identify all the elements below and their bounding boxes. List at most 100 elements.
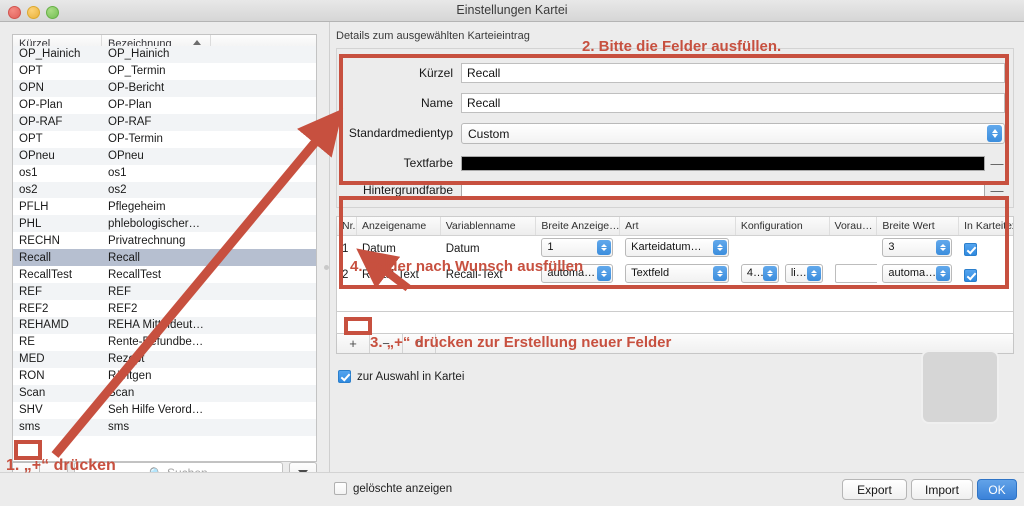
table-row[interactable]: 2 Recall-Text Recall-Text automa… Textfeld 4…… xyxy=(337,262,1013,288)
updown-stepper-icon[interactable] xyxy=(987,124,1002,142)
cell-bezeichnung: OP_Termin xyxy=(108,65,166,78)
cell-bezeichnung: RecallTest xyxy=(108,268,162,281)
list-item[interactable]: OP-RAF OP-RAF xyxy=(13,113,316,131)
col-nr[interactable]: Nr. xyxy=(337,217,357,235)
checkbox-in-karteitext[interactable] xyxy=(964,268,978,282)
list-item[interactable]: SHV Seh Hilfe Verord… xyxy=(13,401,316,419)
auswahl-in-kartei-label: zur Auswahl in Kartei xyxy=(357,370,465,383)
list-item[interactable]: REF2 REF2 xyxy=(13,300,316,317)
select-standardmedientyp[interactable]: Custom xyxy=(461,122,1005,144)
pane-resize-handle[interactable] xyxy=(324,265,329,270)
cell-bezeichnung: Seh Hilfe Verord… xyxy=(108,404,204,417)
details-pane: Details zum ausgewählten Karteieintrag K… xyxy=(330,22,1024,506)
col-vorauswahl[interactable]: Vorau… xyxy=(830,217,878,235)
checkbox-in-karteitext[interactable] xyxy=(964,242,978,256)
cell-anzeigename: Recall-Text xyxy=(361,269,419,281)
clear-textfarbe-button[interactable]: — xyxy=(989,156,1005,171)
list-item[interactable]: RÖN Röntgen xyxy=(13,367,316,385)
cell-bezeichnung: Rezept xyxy=(108,353,145,366)
input-name[interactable]: Recall xyxy=(461,93,1005,113)
cell-kuerzel: OPT xyxy=(19,65,43,78)
label-kuerzel: Kürzel xyxy=(418,66,453,80)
entries-list[interactable]: Kürzel Bezeichnung OP_Hainich OP_Hainich O… xyxy=(12,34,317,462)
col-in-karteitext[interactable]: In Karteitext xyxy=(959,217,1013,235)
list-item[interactable]: OPN OP-Bericht xyxy=(13,79,316,97)
cell-kuerzel: PFLH xyxy=(19,200,49,213)
ok-button[interactable]: OK xyxy=(977,479,1017,500)
cell-bezeichnung: Privatrechnung xyxy=(108,234,186,247)
field-row-hintergrundfarbe: Hintergrundfarbe — xyxy=(337,180,1013,200)
list-item[interactable]: RecallTest RecallTest xyxy=(13,266,316,284)
col-anzeigename[interactable]: Anzeigename xyxy=(357,217,441,235)
cell-bezeichnung: REHA Mitteldeut… xyxy=(108,319,204,332)
list-item[interactable]: OP_Hainich OP_Hainich xyxy=(13,46,316,63)
list-item[interactable]: OPneu OPneu xyxy=(13,147,316,165)
updown-stepper-icon[interactable] xyxy=(936,240,951,255)
list-item[interactable]: OP-Plan OP-Plan xyxy=(13,96,316,114)
list-item[interactable]: Recall Recall xyxy=(13,249,316,267)
select-konfiguration-a[interactable]: 4… xyxy=(740,264,779,283)
cell-bezeichnung: OPneu xyxy=(108,150,144,163)
entries-rows: OP_Hainich OP_Hainich OPT OP_Termin OPN OP-Be… xyxy=(13,46,316,436)
list-item[interactable]: OPT OP-Termin xyxy=(13,130,316,148)
list-item[interactable]: Scan Scan xyxy=(13,384,316,402)
updown-stepper-icon[interactable] xyxy=(713,240,728,255)
col-art[interactable]: Art xyxy=(620,217,736,235)
list-item[interactable]: REHAMD REHA Mitteldeut… xyxy=(13,317,316,334)
select-art[interactable]: Karteidatum… xyxy=(625,238,730,257)
clear-hintergrundfarbe-button[interactable]: — xyxy=(989,183,1005,198)
add-field-button[interactable]: + xyxy=(337,334,370,353)
colorwell-textfarbe[interactable] xyxy=(461,155,985,171)
list-item[interactable]: REF REF xyxy=(13,283,316,301)
cell-kuerzel: RE xyxy=(19,336,35,349)
auswahl-in-kartei-checkbox[interactable] xyxy=(338,370,351,383)
label-hintergrundfarbe: Hintergrundfarbe xyxy=(362,183,453,197)
geloeschte-anzeigen-checkbox[interactable] xyxy=(334,482,347,495)
updown-stepper-icon[interactable] xyxy=(597,240,612,255)
field-row-kuerzel: Kürzel Recall xyxy=(337,63,1013,83)
list-item[interactable]: PHL phlebologischer… xyxy=(13,215,316,233)
select-art[interactable]: Textfeld xyxy=(625,264,730,283)
input-vorauswahl[interactable] xyxy=(834,264,878,283)
updown-stepper-icon[interactable] xyxy=(762,266,777,281)
updown-stepper-icon[interactable] xyxy=(713,266,728,281)
list-item[interactable]: OPT OP_Termin xyxy=(13,62,316,80)
label-standardmedientyp: Standardmedientyp xyxy=(348,126,453,140)
col-breite-anzeige[interactable]: Breite Anzeige… xyxy=(536,217,621,235)
select-breite-anzeige[interactable]: 1 xyxy=(541,238,614,257)
input-kuerzel[interactable]: Recall xyxy=(461,63,1005,83)
list-item[interactable]: PFLH Pflegeheim xyxy=(13,198,316,216)
select-breite-anzeige[interactable]: automa… xyxy=(541,264,614,283)
col-variablenname[interactable]: Variablenname xyxy=(441,217,537,235)
details-form: Kürzel Recall Name Recall Standardmedien… xyxy=(336,48,1014,208)
list-item[interactable]: MED Rezept xyxy=(13,350,316,368)
colorwell-hintergrundfarbe[interactable] xyxy=(461,182,985,198)
list-item[interactable]: os1 os1 xyxy=(13,164,316,182)
cell-bezeichnung: os2 xyxy=(108,183,127,196)
select-konfiguration-a-value: 4… xyxy=(746,267,764,279)
col-breite-wert[interactable]: Breite Wert xyxy=(877,217,960,235)
cell-kuerzel: OP-Plan xyxy=(19,99,63,112)
cell-variablenname: Datum xyxy=(445,243,480,255)
cell-kuerzel: REHAMD xyxy=(19,319,69,332)
cell-bezeichnung: Scan xyxy=(108,387,135,400)
updown-stepper-icon[interactable] xyxy=(597,266,612,281)
list-item[interactable]: RECHN Privatrechnung xyxy=(13,232,316,250)
table-row[interactable]: 1 Datum Datum 1 Karteidatum… 3 xyxy=(337,236,1013,262)
list-item[interactable]: sms sms xyxy=(13,418,316,436)
cell-kuerzel: OP-RAF xyxy=(19,116,63,129)
col-konfiguration[interactable]: Konfiguration xyxy=(736,217,830,235)
import-button[interactable]: Import xyxy=(911,479,973,500)
list-item[interactable]: os2 os2 xyxy=(13,181,316,199)
updown-stepper-icon[interactable] xyxy=(806,266,821,281)
copy-field-button[interactable]: c xyxy=(403,334,436,353)
select-konfiguration-b[interactable]: li… xyxy=(784,264,823,283)
list-item[interactable]: RE Rente-Befundbe… xyxy=(13,333,316,351)
select-breite-wert[interactable]: automa… xyxy=(882,264,953,283)
cell-kuerzel: OPN xyxy=(19,82,44,95)
remove-field-button[interactable]: − xyxy=(370,334,403,353)
select-konfiguration-b-value: li… xyxy=(790,267,807,279)
select-breite-wert[interactable]: 3 xyxy=(882,238,953,257)
updown-stepper-icon[interactable] xyxy=(936,266,951,281)
export-button[interactable]: Export xyxy=(842,479,907,500)
